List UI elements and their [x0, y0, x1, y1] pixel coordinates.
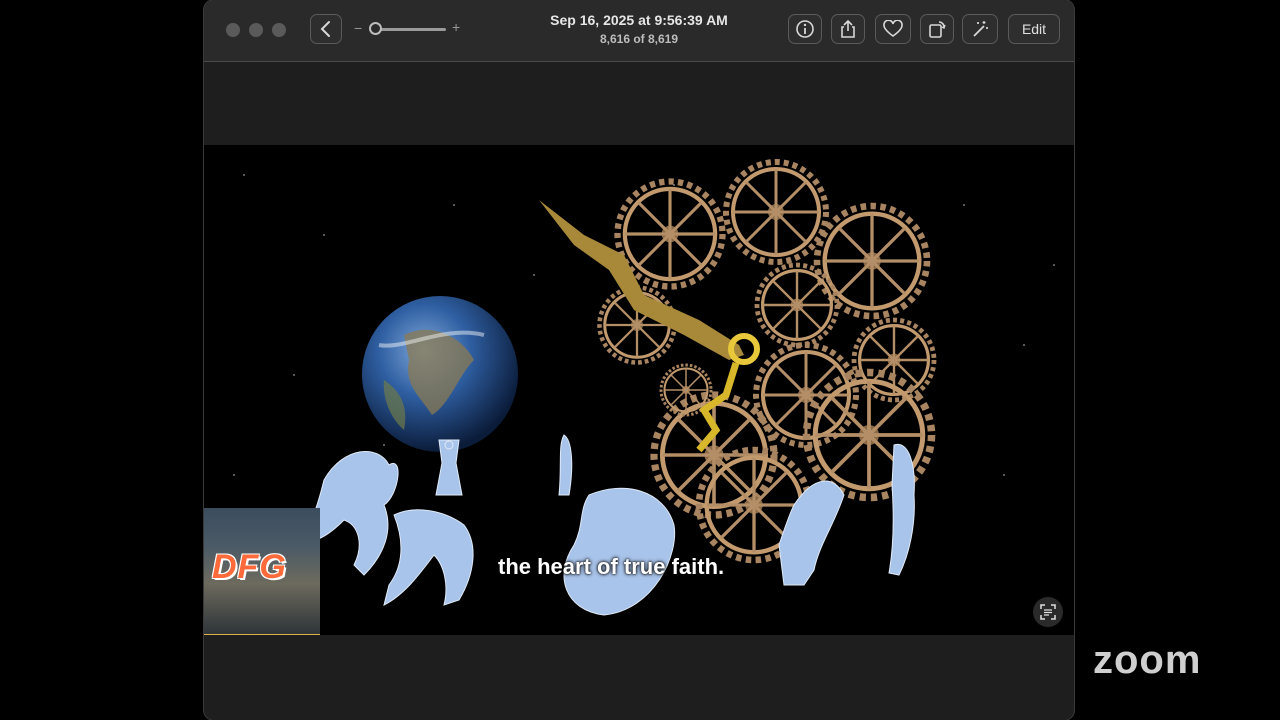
rotate-button[interactable]	[920, 14, 954, 44]
auto-enhance-button[interactable]	[962, 14, 998, 44]
dfg-logo: DFG	[212, 548, 287, 586]
presenter-video-thumbnail: DFG	[204, 508, 320, 635]
earth-globe	[362, 296, 518, 452]
info-button[interactable]	[788, 14, 822, 44]
share-icon	[841, 19, 855, 38]
favorite-button[interactable]	[875, 14, 911, 44]
photo-view: DFG the heart of true faith.	[204, 145, 1074, 635]
info-icon	[796, 20, 814, 38]
title-bar: − + Sep 16, 2025 at 9:56:39 AM 8,616 of …	[204, 0, 1074, 62]
rotate-icon	[929, 21, 946, 38]
edit-button[interactable]: Edit	[1008, 14, 1060, 44]
heart-icon	[883, 20, 903, 37]
zoom-watermark: zoom	[1093, 638, 1202, 682]
live-text-button[interactable]	[1033, 597, 1063, 627]
photos-viewer-window: − + Sep 16, 2025 at 9:56:39 AM 8,616 of …	[204, 0, 1074, 720]
video-subtitle: the heart of true faith.	[498, 554, 725, 579]
magic-wand-icon	[973, 21, 988, 37]
share-button[interactable]	[831, 14, 865, 44]
live-text-icon	[1040, 604, 1056, 620]
